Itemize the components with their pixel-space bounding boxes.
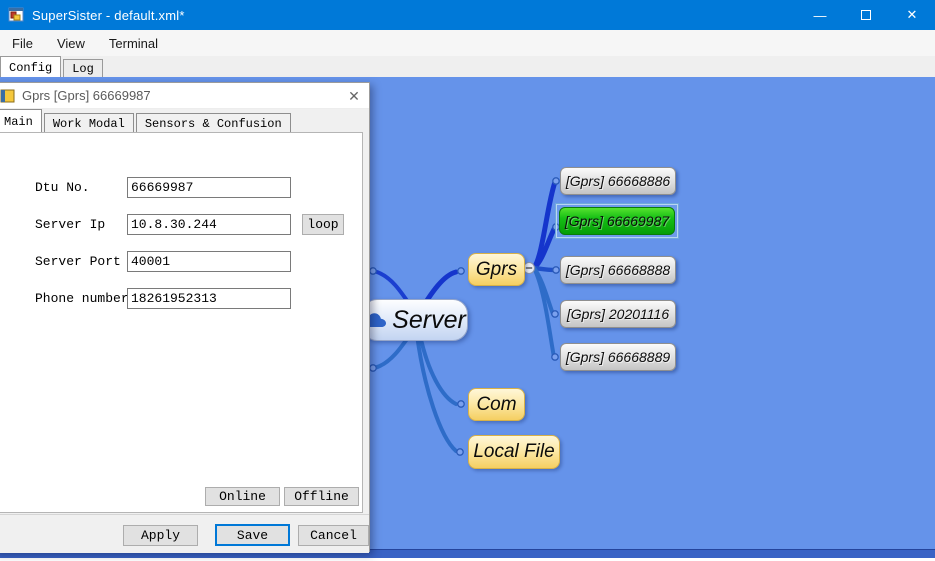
node-server-label: Server [392,306,466,335]
menu-file[interactable]: File [0,30,45,56]
main-tabstrip: Config Log [0,56,935,77]
window-title: SuperSister - default.xml* [32,8,185,23]
menu-view[interactable]: View [45,30,97,56]
server-port-field[interactable] [127,251,291,272]
loop-button[interactable]: loop [302,214,344,235]
titlebar: SuperSister - default.xml* — ✕ [0,0,935,30]
dialog-main-tabpage: Dtu No. Server Ip loop Server Port Phone… [0,132,363,513]
server-ip-label: Server Ip [35,217,105,232]
dialog-tab-sensors-confusion[interactable]: Sensors & Confusion [136,113,291,132]
dialog-titlebar[interactable]: Gprs [Gprs] 66669987 ✕ [0,83,369,109]
phone-number-field[interactable] [127,288,291,309]
tab-log[interactable]: Log [63,59,103,77]
app-icon [8,7,24,23]
menubar: File View Terminal [0,30,935,56]
apply-button[interactable]: Apply [123,525,198,546]
menu-terminal[interactable]: Terminal [97,30,170,56]
server-port-label: Server Port [35,254,121,269]
node-gprs-66668886[interactable]: [Gprs] 66668886 [560,167,676,195]
tab-config[interactable]: Config [0,56,61,77]
selection-border: [Gprs] 66669987 [555,203,679,239]
node-gprs-66668889[interactable]: [Gprs] 66668889 [560,343,676,371]
app-window: SuperSister - default.xml* — ✕ File View… [0,0,935,561]
minimize-button[interactable]: — [797,0,843,30]
dialog-title: Gprs [Gprs] 66669987 [22,88,151,103]
node-server[interactable]: Server [362,299,468,341]
dialog-bottombar: Apply Save Cancel [0,514,369,553]
dialog-tab-work-modal[interactable]: Work Modal [44,113,134,132]
online-button[interactable]: Online [205,487,280,506]
phone-number-label: Phone number [35,291,129,306]
offline-button[interactable]: Offline [284,487,359,506]
node-com[interactable]: Com [468,388,525,421]
dtu-no-label: Dtu No. [35,180,90,195]
save-button[interactable]: Save [215,524,290,546]
gprs-config-dialog: Gprs [Gprs] 66669987 ✕ Main Work Modal S… [0,82,370,552]
node-local-file[interactable]: Local File [468,435,560,469]
node-gprs-66668888[interactable]: [Gprs] 66668888 [560,256,676,284]
maximize-icon [861,10,871,20]
collapse-icon [524,263,535,274]
dialog-icon [0,88,16,104]
node-gprs-20201116[interactable]: [Gprs] 20201116 [560,300,676,328]
dialog-close-button[interactable]: ✕ [343,86,365,106]
dialog-tab-main[interactable]: Main [0,109,42,132]
server-ip-field[interactable] [127,214,291,235]
node-gprs[interactable]: Gprs [468,253,525,286]
dtu-no-field[interactable] [127,177,291,198]
dialog-tabstrip: Main Work Modal Sensors & Confusion [0,109,369,132]
node-gprs-66669987-selected[interactable]: [Gprs] 66669987 [559,207,675,235]
cancel-button[interactable]: Cancel [298,525,369,546]
maximize-button[interactable] [843,0,889,30]
close-button[interactable]: ✕ [889,0,935,30]
